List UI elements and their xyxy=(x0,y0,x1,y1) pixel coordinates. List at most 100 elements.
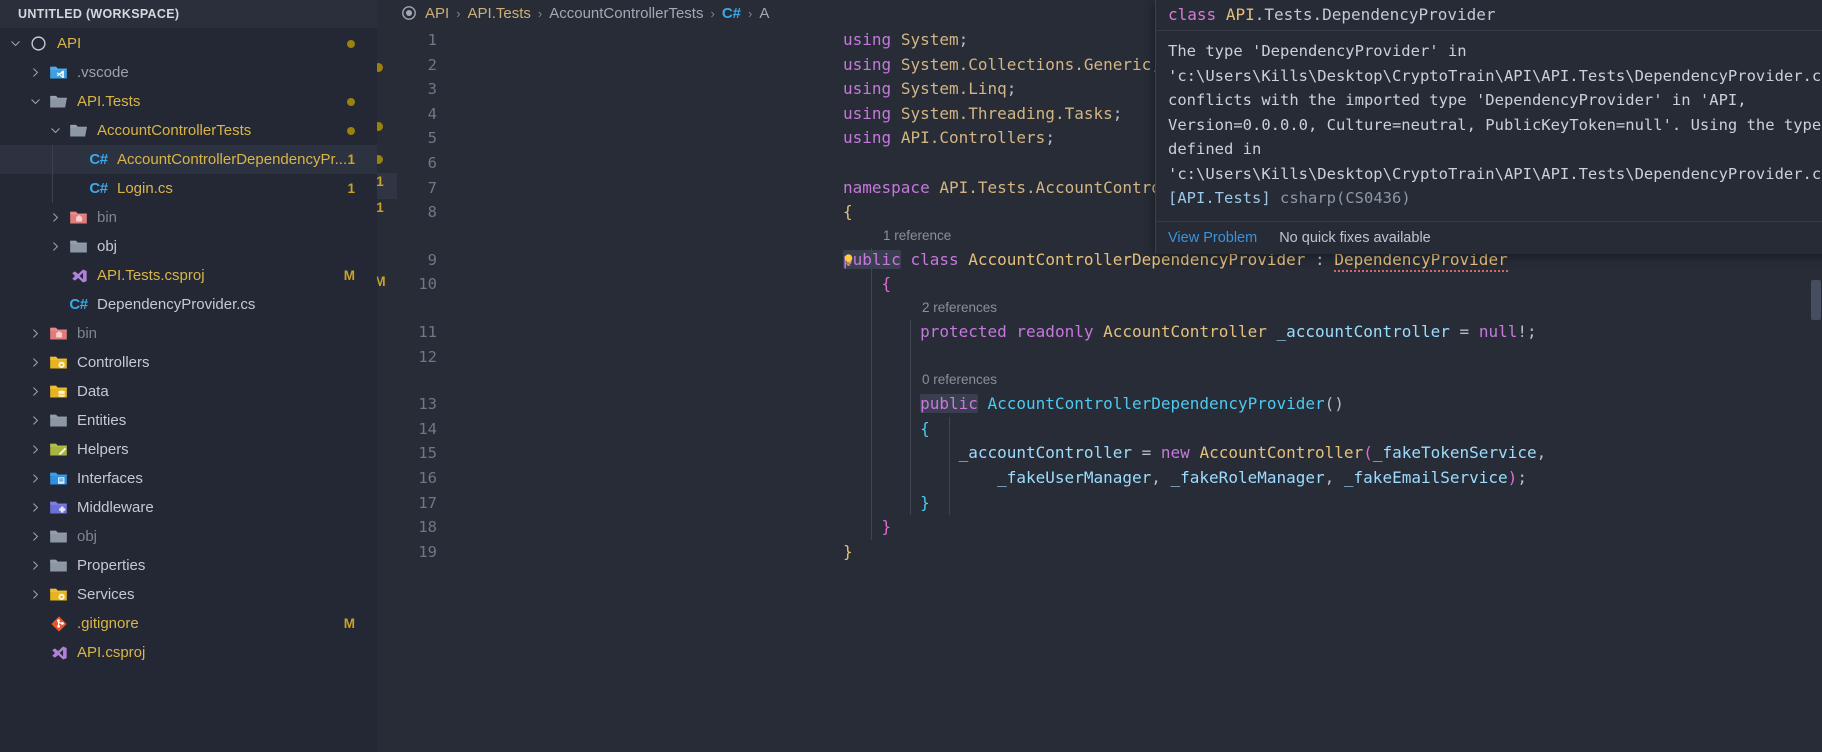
code-token: { xyxy=(843,274,892,294)
code-line[interactable]: using System.Linq; xyxy=(843,77,1016,102)
code-line[interactable]: using System; xyxy=(843,28,968,53)
tree-item-api-csproj[interactable]: API.csproj xyxy=(0,638,377,667)
chevron-right-icon[interactable] xyxy=(24,414,46,427)
breadcrumb-item[interactable]: API.Tests xyxy=(468,5,531,22)
hover-message-line: The type 'DependencyProvider' in xyxy=(1168,42,1467,60)
code-token: ; xyxy=(1045,128,1055,148)
code-line[interactable]: protected readonly AccountController _ac… xyxy=(843,320,1537,345)
tree-item-bin[interactable]: bin xyxy=(0,203,377,232)
chevron-down-icon[interactable] xyxy=(44,124,66,137)
code-token: namespace xyxy=(843,177,930,197)
chevron-down-icon[interactable] xyxy=(24,95,46,108)
view-problem-link[interactable]: View Problem xyxy=(1168,230,1257,246)
breadcrumb-item[interactable]: A xyxy=(759,5,769,22)
code-line[interactable]: public AccountControllerDependencyProvid… xyxy=(843,392,1344,417)
tree-item-obj[interactable]: obj xyxy=(0,232,377,261)
chevron-right-icon[interactable] xyxy=(24,588,46,601)
file-tree[interactable]: API .vscode API.Tests AccountControllerTest… xyxy=(0,28,377,752)
tree-item-label: Controllers xyxy=(77,354,150,371)
tree-item-label: AccountControllerTests xyxy=(97,122,252,139)
tree-item-properties[interactable]: Properties xyxy=(0,551,377,580)
editor-pane: API › API.Tests › AccountControllerTests › C# ›… xyxy=(377,0,1822,752)
tree-item-interfaces[interactable]: Interfaces xyxy=(0,464,377,493)
code-token: } xyxy=(843,492,930,512)
code-token: _fakeEmailService xyxy=(1343,468,1508,487)
tree-item-api-tests-csproj[interactable]: API.Tests.csproj M xyxy=(0,261,377,290)
tree-item-accountcontrollertests[interactable]: AccountControllerTests xyxy=(0,116,377,145)
chevron-right-icon[interactable] xyxy=(24,530,46,543)
chevron-down-icon[interactable] xyxy=(4,37,26,50)
code-line[interactable]: using System.Threading.Tasks; xyxy=(843,102,1122,127)
tree-item-label: obj xyxy=(77,528,98,545)
code-token: _fakeUserManager xyxy=(997,468,1152,487)
breadcrumb-item[interactable]: API xyxy=(425,5,449,22)
tree-item-label: bin xyxy=(77,325,98,342)
folder-vscode-icon xyxy=(46,63,71,82)
code-line[interactable]: _fakeUserManager, _fakeRoleManager, _fak… xyxy=(843,466,1527,491)
folder-bin-icon xyxy=(46,324,71,343)
folder-db-icon xyxy=(46,382,71,401)
csharp-icon: C# xyxy=(89,180,108,197)
tree-item-label: Entities xyxy=(77,412,127,429)
tree-item-bin[interactable]: bin xyxy=(0,319,377,348)
code-line[interactable]: { xyxy=(843,272,892,297)
lightbulb-icon[interactable] xyxy=(839,248,857,273)
tree-item-entities[interactable]: Entities xyxy=(0,406,377,435)
chevron-right-icon[interactable] xyxy=(24,501,46,514)
code-token: ; xyxy=(958,30,969,49)
codelens-reference-count[interactable]: 2 references xyxy=(922,297,997,319)
tree-item-dependencyprovider-cs[interactable]: C# DependencyProvider.cs xyxy=(0,290,377,319)
tree-item-login-cs[interactable]: C# Login.cs 1 xyxy=(0,174,377,203)
tree-item-status-dot xyxy=(347,127,355,135)
tree-item-data[interactable]: Data xyxy=(0,377,377,406)
code-line[interactable]: using System.Collections.Generic; xyxy=(843,53,1161,78)
chevron-right-icon[interactable] xyxy=(24,559,46,572)
tree-item-obj[interactable]: obj xyxy=(0,522,377,551)
tree-item-api-tests[interactable]: API.Tests xyxy=(0,87,377,116)
folder-gear-icon xyxy=(46,353,71,372)
code-line[interactable]: } xyxy=(843,515,892,540)
chevron-right-icon[interactable] xyxy=(24,385,46,398)
chevron-right-icon[interactable] xyxy=(44,240,66,253)
tree-item-accountcontrollerdependencypr[interactable]: C# AccountControllerDependencyPr... 1 xyxy=(0,145,377,174)
chevron-right-icon[interactable] xyxy=(44,211,66,224)
folder-gear-icon xyxy=(46,585,71,604)
scrollbar-thumb[interactable] xyxy=(1811,280,1821,320)
code-token: ; xyxy=(1006,79,1017,99)
folder-grey-icon xyxy=(46,411,71,430)
tree-item-api[interactable]: API xyxy=(0,29,377,58)
codelens-reference-count[interactable]: 1 reference xyxy=(883,225,951,247)
code-line[interactable]: } xyxy=(843,491,930,516)
code-line[interactable]: { xyxy=(843,200,853,225)
tree-item-label: obj xyxy=(97,238,118,255)
chevron-right-icon[interactable] xyxy=(24,472,46,485)
hover-message-line: conflicts with the imported type 'Depend… xyxy=(1168,91,1747,109)
code-line[interactable]: } xyxy=(843,540,853,565)
chevron-right-icon[interactable] xyxy=(24,356,46,369)
tree-item-services[interactable]: Services xyxy=(0,580,377,609)
chevron-right-icon[interactable] xyxy=(24,443,46,456)
breadcrumb-item[interactable]: C# xyxy=(722,5,741,22)
hover-signature: class API.Tests.DependencyProvider xyxy=(1156,0,1822,31)
chevron-right-icon[interactable] xyxy=(24,327,46,340)
chevron-right-icon[interactable] xyxy=(24,66,46,79)
code-line[interactable]: using API.Controllers; xyxy=(843,126,1055,151)
csharp-icon: C# xyxy=(89,151,108,168)
tree-item-middleware[interactable]: Middleware xyxy=(0,493,377,522)
tree-item-gitignore[interactable]: .gitignore M xyxy=(0,609,377,638)
indent-guide xyxy=(949,416,950,516)
breadcrumb-item[interactable]: AccountControllerTests xyxy=(549,5,703,22)
codelens-reference-count[interactable]: 0 references xyxy=(922,369,997,391)
breadcrumb-separator: › xyxy=(710,5,715,21)
tree-item-vscode[interactable]: .vscode xyxy=(0,58,377,87)
code-line[interactable]: { xyxy=(843,417,930,442)
tree-item-controllers[interactable]: Controllers xyxy=(0,348,377,377)
code-token: , xyxy=(1324,468,1344,487)
tree-item-helpers[interactable]: Helpers xyxy=(0,435,377,464)
